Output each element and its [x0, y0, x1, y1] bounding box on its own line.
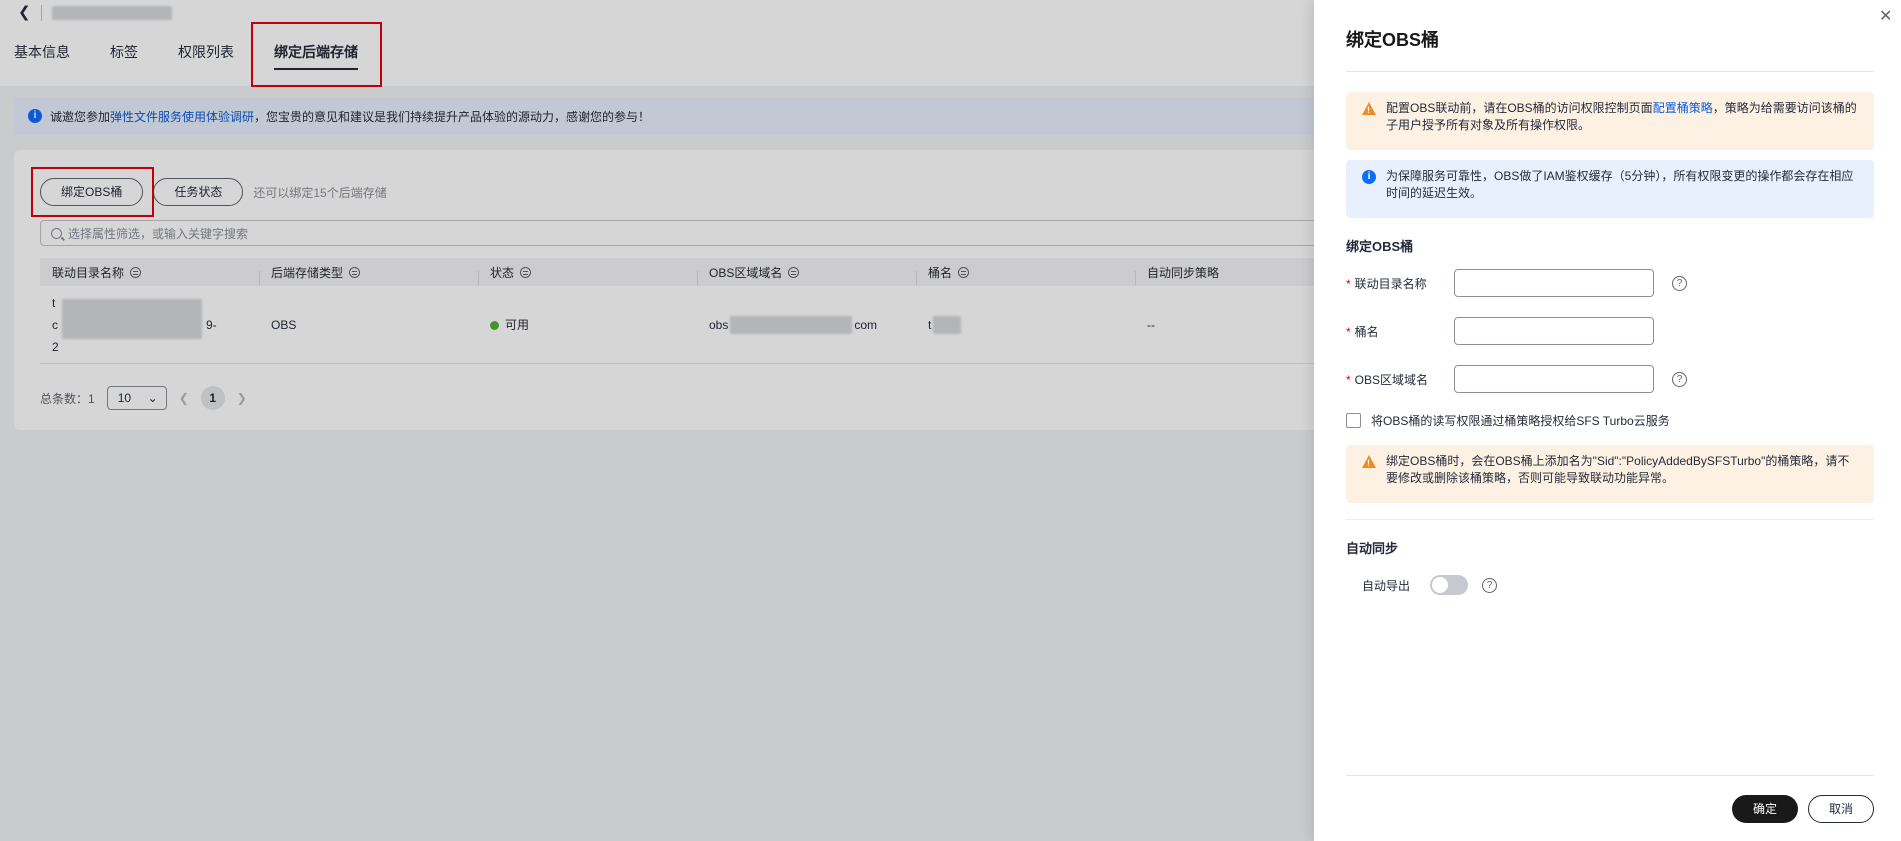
- drawer-title: 绑定OBS桶: [1346, 30, 1440, 50]
- warning-icon: !: [1362, 455, 1376, 468]
- auto-export-toggle[interactable]: [1430, 575, 1469, 595]
- policy-checkbox-row: 将OBS桶的读写权限通过桶策略授权给SFS Turbo云服务: [1346, 412, 1670, 429]
- section-title-auto-sync: 自动同步: [1346, 541, 1399, 556]
- section-title-bind: 绑定OBS桶: [1346, 239, 1414, 254]
- divider: [1346, 775, 1874, 776]
- confirm-button[interactable]: 确定: [1732, 795, 1798, 823]
- policy-added-warning: ! 绑定OBS桶时，会在OBS桶上添加名为"Sid":"PolicyAddedB…: [1346, 445, 1874, 503]
- bucket-name-input[interactable]: [1454, 317, 1654, 345]
- obs-domain-input[interactable]: [1454, 365, 1654, 393]
- close-icon[interactable]: ✕: [1879, 6, 1892, 26]
- directory-name-input[interactable]: [1454, 269, 1654, 297]
- warning-icon: !: [1362, 102, 1376, 115]
- grant-policy-checkbox[interactable]: [1346, 413, 1361, 428]
- form-row-domain: * OBS区域域名 ?: [1346, 365, 1687, 393]
- form-row-bucket: * 桶名: [1346, 317, 1654, 345]
- divider: [1346, 71, 1874, 72]
- checkbox-label: 将OBS桶的读写权限通过桶策略授权给SFS Turbo云服务: [1371, 414, 1670, 428]
- domain-label: * OBS区域域名: [1346, 372, 1429, 387]
- bucket-policy-link[interactable]: 配置桶策略: [1653, 101, 1713, 115]
- help-icon[interactable]: ?: [1672, 371, 1687, 387]
- form-row-directory: * 联动目录名称 ?: [1346, 269, 1687, 297]
- divider: [1346, 519, 1874, 520]
- auto-export-label: 自动导出: [1362, 578, 1411, 593]
- form-row-auto-export: 自动导出 ?: [1362, 571, 1498, 599]
- iam-cache-info: i 为保障服务可靠性，OBS做了IAM鉴权缓存（5分钟），所有权限变更的操作都会…: [1346, 160, 1874, 218]
- bind-obs-drawer: 绑定OBS桶 ✕ ! 配置OBS联动前，请在OBS桶的访问权限控制页面配置桶策略…: [1314, 0, 1901, 841]
- bucket-policy-warning: ! 配置OBS联动前，请在OBS桶的访问权限控制页面配置桶策略，策略为给需要访问…: [1346, 92, 1874, 150]
- info-icon: i: [1362, 170, 1376, 184]
- help-icon[interactable]: ?: [1672, 275, 1687, 291]
- bucket-label: * 桶名: [1346, 324, 1379, 339]
- directory-label: * 联动目录名称: [1346, 276, 1427, 291]
- modal-overlay[interactable]: [0, 0, 1314, 841]
- cancel-button[interactable]: 取消: [1808, 795, 1874, 823]
- help-icon[interactable]: ?: [1482, 577, 1498, 593]
